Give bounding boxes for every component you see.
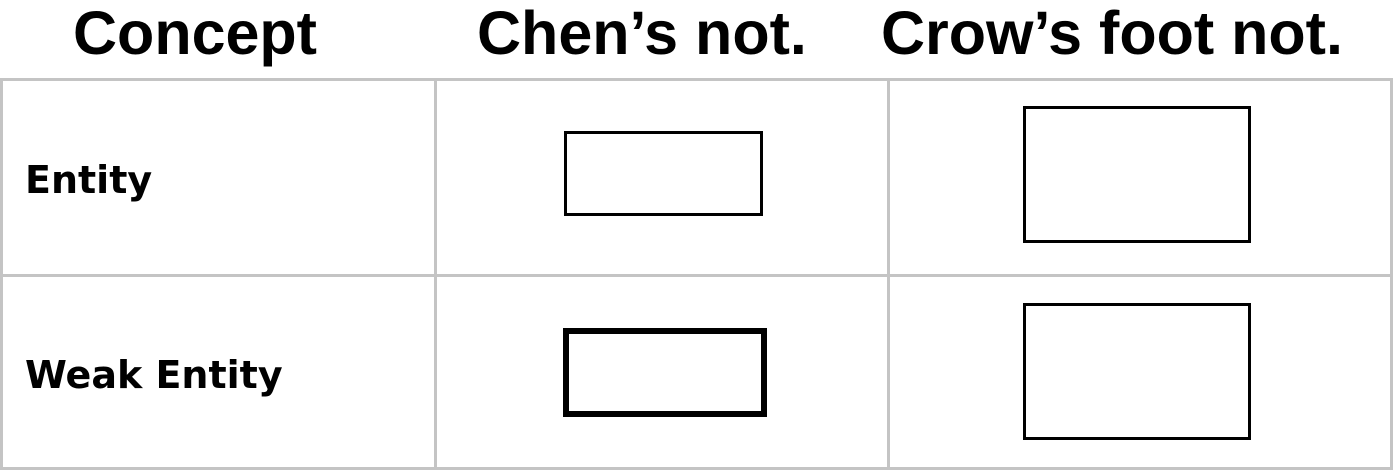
grid-line-col1 — [434, 78, 437, 470]
notation-table: Entity Weak Entity — [0, 78, 1393, 470]
grid-line-top — [0, 78, 1393, 81]
row-label-entity: Entity — [25, 158, 153, 202]
table-header: Concept Chen’s not. Crow’s foot not. — [0, 0, 1397, 78]
grid-line-left — [0, 78, 3, 470]
grid-line-bottom — [0, 467, 1393, 470]
grid-line-col2 — [887, 78, 890, 470]
header-chen-notation: Chen’s not. — [477, 0, 807, 67]
grid-line-right — [1390, 78, 1393, 470]
header-concept: Concept — [73, 0, 317, 67]
chen-entity-rectangle — [564, 131, 763, 216]
header-crows-foot-notation: Crow’s foot not. — [881, 0, 1343, 67]
crowsfoot-weak-entity-rectangle — [1023, 303, 1251, 440]
grid-line-middle — [0, 274, 1393, 277]
crowsfoot-entity-rectangle — [1023, 106, 1251, 243]
row-label-weak-entity: Weak Entity — [25, 353, 283, 397]
chen-weak-entity-rectangle — [563, 328, 767, 417]
